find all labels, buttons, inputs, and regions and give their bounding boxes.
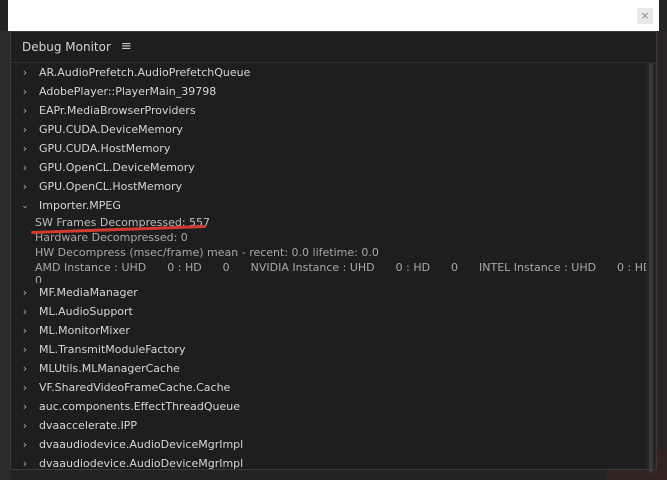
tree-item-label: VF.SharedVideoFrameCache.Cache [39,381,231,394]
chevron-right-icon[interactable]: › [11,123,39,136]
tree-item[interactable]: › ML.MonitorMixer [11,321,646,340]
tree-item[interactable]: › EAPr.MediaBrowserProviders [11,101,646,120]
tree-item[interactable]: › auc.components.EffectThreadQueue [11,397,646,416]
chevron-right-icon[interactable]: › [11,142,39,155]
chevron-right-icon[interactable]: › [11,161,39,174]
tree-item[interactable]: › GPU.OpenCL.HostMemory [11,177,646,196]
detail-line: HW Decompress (msec/frame) mean - recent… [35,246,379,259]
tree-item[interactable]: › dvaaudiodevice.AudioDeviceMgrImpl [11,454,646,469]
debug-monitor-panel: Debug Monitor ≡ › AR.AudioPrefetch.AudioP… [10,31,657,473]
chevron-right-icon[interactable]: › [11,438,39,451]
tree-item-label: GPU.CUDA.DeviceMemory [39,123,183,136]
tree-item-label: MF.MediaManager [39,286,138,299]
tree-item[interactable]: › MLUtils.MLManagerCache [11,359,646,378]
tree-item[interactable]: › VF.SharedVideoFrameCache.Cache [11,378,646,397]
detail-line: 0 [35,275,42,283]
chevron-right-icon[interactable]: › [11,324,39,337]
chevron-right-icon[interactable]: › [11,66,39,79]
chevron-right-icon[interactable]: › [11,343,39,356]
tree-item-label: MLUtils.MLManagerCache [39,362,180,375]
panel-header: Debug Monitor ≡ [11,32,656,63]
tree-item-label: ML.MonitorMixer [39,324,130,337]
tree-item[interactable]: › ML.TransmitModuleFactory [11,340,646,359]
chevron-right-icon[interactable]: › [11,362,39,375]
chevron-right-icon[interactable]: › [11,180,39,193]
chevron-right-icon[interactable]: › [11,85,39,98]
tree-item[interactable]: › GPU.CUDA.DeviceMemory [11,120,646,139]
tree-item-label: GPU.OpenCL.DeviceMemory [39,161,195,174]
tree-item[interactable]: › MF.MediaManager [11,283,646,302]
chevron-right-icon[interactable]: › [11,457,39,469]
tree-item-importer-mpeg[interactable]: ⌄ Importer.MPEG [11,196,646,215]
detail-line: Hardware Decompressed: 0 [35,231,188,244]
tree-item[interactable]: › GPU.CUDA.HostMemory [11,139,646,158]
chevron-right-icon[interactable]: › [11,286,39,299]
chevron-right-icon[interactable]: › [11,400,39,413]
tree-item-label: GPU.OpenCL.HostMemory [39,180,183,193]
tree-item[interactable]: › dvaaccelerate.IPP [11,416,646,435]
tree-item[interactable]: › GPU.OpenCL.DeviceMemory [11,158,646,177]
tree-item-label: dvaaccelerate.IPP [39,419,138,432]
chevron-right-icon[interactable]: › [11,104,39,117]
background-right-strip [657,31,667,480]
tree-item-label: ML.AudioSupport [39,305,133,318]
chevron-right-icon[interactable]: › [11,419,39,432]
chevron-right-icon[interactable]: › [11,381,39,394]
tree-item-label: dvaaudiodevice.AudioDeviceMgrImpl [39,438,244,451]
host-window-topbar: × [8,0,659,31]
background-left-strip [0,31,10,480]
vertical-scrollbar[interactable] [646,63,656,473]
close-icon[interactable]: × [637,8,653,24]
chevron-right-icon[interactable]: › [11,305,39,318]
tree-item-label: ML.TransmitModuleFactory [39,343,186,356]
panel-title: Debug Monitor [22,40,111,54]
tree-item-label: GPU.CUDA.HostMemory [39,142,171,155]
tree-item[interactable]: › AR.AudioPrefetch.AudioPrefetchQueue [11,63,646,82]
tree-item-label: dvaaudiodevice.AudioDeviceMgrImpl [39,457,244,469]
panel-menu-icon[interactable]: ≡ [121,40,132,53]
detail-line: AMD Instance : UHD 0 : HD 0 NVIDIA Insta… [35,261,646,274]
tree-item-label: Importer.MPEG [39,199,121,212]
monitor-tree-list: › AR.AudioPrefetch.AudioPrefetchQueue › Ado… [11,63,646,469]
tree-item-label: AdobePlayer::PlayerMain_39798 [39,85,217,98]
chevron-down-icon[interactable]: ⌄ [11,201,39,211]
expanded-details: SW Frames Decompressed: 557 Hardware Dec… [11,215,646,283]
tree-item[interactable]: › ML.AudioSupport [11,302,646,321]
tree-item[interactable]: › AdobePlayer::PlayerMain_39798 [11,82,646,101]
scrollbar-thumb[interactable] [649,63,653,473]
tree-item-label: EAPr.MediaBrowserProviders [39,104,196,117]
tree-item[interactable]: › dvaaudiodevice.AudioDeviceMgrImpl [11,435,646,454]
tree-item-label: AR.AudioPrefetch.AudioPrefetchQueue [39,66,251,79]
tree-item-label: auc.components.EffectThreadQueue [39,400,240,413]
